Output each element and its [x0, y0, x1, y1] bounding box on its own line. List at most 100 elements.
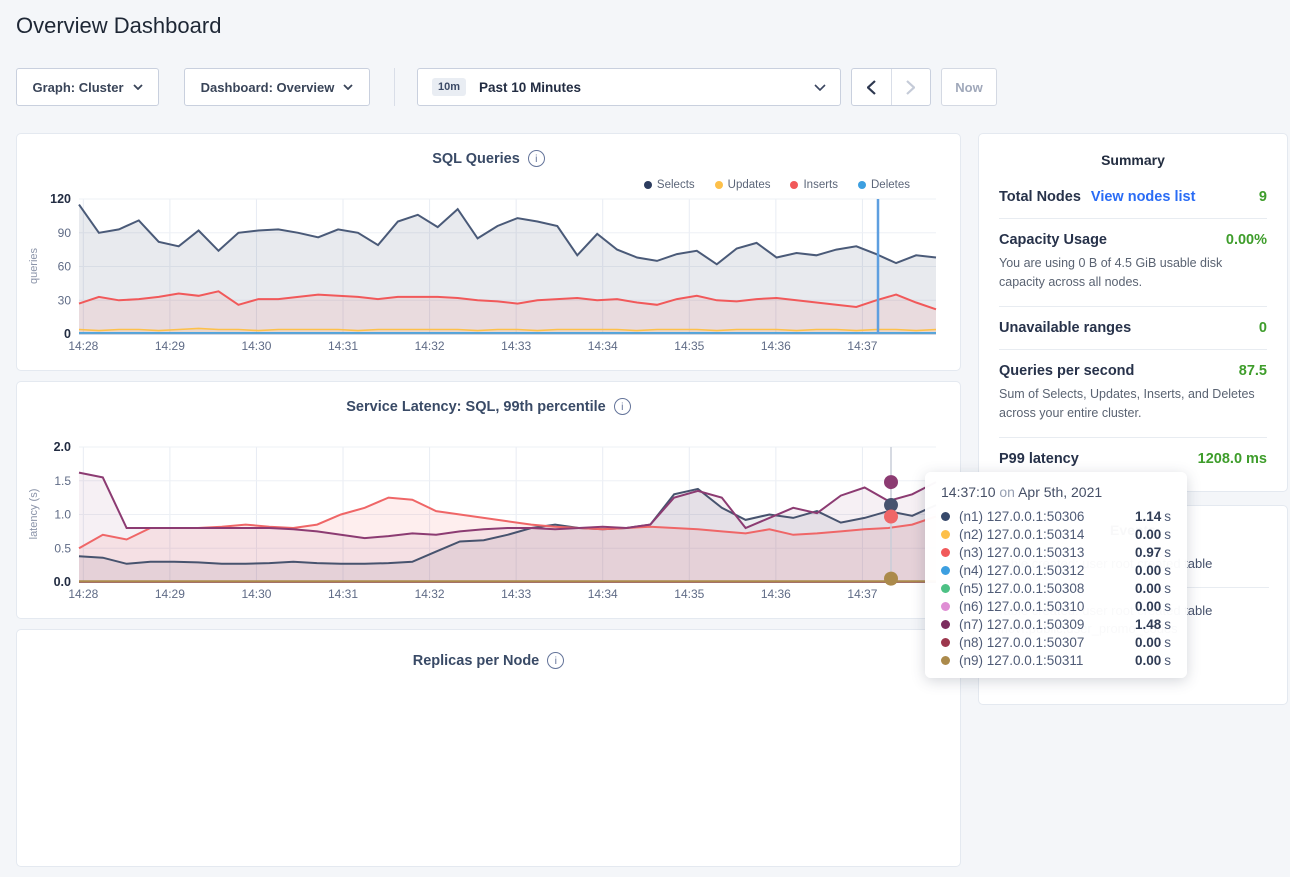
tooltip-node-row: (n5) 127.0.0.1:503080.00s — [941, 579, 1171, 597]
node-color-dot — [941, 638, 950, 647]
summary-row-value: 87.5 — [1239, 363, 1267, 379]
legend-item-inserts[interactable]: Inserts — [790, 179, 838, 191]
node-latency-unit: s — [1164, 581, 1171, 596]
legend-item-deletes[interactable]: Deletes — [858, 179, 910, 191]
x-tick-label: 14:29 — [155, 339, 185, 353]
legend-dot — [858, 181, 866, 189]
tooltip-node-row: (n1) 127.0.0.1:503061.14s — [941, 507, 1171, 525]
x-tick-label: 14:32 — [415, 587, 445, 601]
x-tick-label: 14:34 — [588, 339, 618, 353]
summary-row-label: Total Nodes — [999, 189, 1081, 205]
chevron-right-icon — [906, 80, 915, 95]
summary-panel: Summary Total NodesView nodes list9Capac… — [978, 133, 1288, 492]
chevron-left-icon — [867, 80, 876, 95]
tooltip-node-row: (n4) 127.0.0.1:50312 0.00s — [941, 561, 1171, 579]
node-latency-value: 0.00 — [1135, 527, 1161, 542]
sql-queries-chart: 14:2814:2914:3014:3114:3214:3314:3414:35… — [17, 134, 962, 372]
info-icon[interactable]: i — [547, 652, 564, 669]
summary-row: Unavailable ranges0 — [999, 307, 1267, 350]
sql-queries-card: SQL Queries i Selects Updates Inserts Delet… — [16, 133, 961, 371]
info-icon[interactable]: i — [528, 150, 545, 167]
chart-title: Service Latency: SQL, 99th percentile — [346, 399, 606, 415]
x-tick-label: 14:32 — [415, 339, 445, 353]
node-color-dot — [941, 584, 950, 593]
legend-label: Updates — [728, 179, 771, 191]
tooltip-node-row: (n2) 127.0.0.1:503140.00s — [941, 525, 1171, 543]
charts-column: SQL Queries i Selects Updates Inserts Delet… — [16, 133, 961, 877]
view-nodes-list-link[interactable]: View nodes list — [1091, 189, 1196, 205]
y-tick-label: 30 — [58, 293, 72, 307]
summary-row-value: 1208.0 ms — [1198, 451, 1267, 467]
now-button[interactable]: Now — [941, 68, 997, 106]
hover-dot — [884, 572, 898, 586]
tooltip-time: 14:37:10 — [941, 484, 996, 500]
node-latency-unit: s — [1164, 635, 1171, 650]
node-latency-value: 0.00 — [1135, 653, 1161, 668]
time-range-dropdown[interactable]: 10m Past 10 Minutes — [417, 68, 841, 106]
summary-row-label: Capacity Usage — [999, 232, 1107, 248]
node-color-dot — [941, 620, 950, 629]
y-tick-label: 1.0 — [54, 508, 71, 522]
node-latency-value: 0.00 — [1135, 599, 1161, 614]
y-tick-label: 1.5 — [54, 474, 71, 488]
node-latency-unit: s — [1164, 563, 1171, 578]
summary-row-subtext: Sum of Selects, Updates, Inserts, and De… — [999, 385, 1267, 424]
node-latency-value: 0.00 — [1135, 635, 1161, 650]
summary-row-label: P99 latency — [999, 451, 1079, 467]
x-tick-label: 14:35 — [674, 587, 704, 601]
toolbar-divider — [394, 68, 395, 106]
legend-item-selects[interactable]: Selects — [644, 179, 695, 191]
node-address: (n3) 127.0.0.1:50313 — [959, 545, 1084, 560]
time-range-label: Past 10 Minutes — [479, 80, 581, 95]
tooltip-date: Apr 5th, 2021 — [1018, 484, 1102, 500]
node-latency-value: 0.00 — [1135, 563, 1161, 578]
legend-dot — [644, 181, 652, 189]
node-address: (n7) 127.0.0.1:50309 — [959, 617, 1084, 632]
x-tick-label: 14:37 — [847, 587, 877, 601]
summary-title: Summary — [999, 152, 1267, 168]
x-tick-label: 14:31 — [328, 339, 358, 353]
legend-label: Inserts — [803, 179, 838, 191]
graph-dropdown[interactable]: Graph: Cluster — [16, 68, 159, 106]
next-range-button[interactable] — [891, 69, 931, 105]
service-latency-card: Service Latency: SQL, 99th percentile i … — [16, 381, 961, 619]
x-tick-label: 14:36 — [761, 587, 791, 601]
tooltip-node-row: (n9) 127.0.0.1:503110.00s — [941, 651, 1171, 669]
node-latency-unit: s — [1164, 617, 1171, 632]
time-range-badge: 10m — [432, 78, 466, 96]
node-latency-unit: s — [1164, 653, 1171, 668]
node-latency-unit: s — [1164, 527, 1171, 542]
node-color-dot — [941, 602, 950, 611]
dashboard-dropdown-label: Dashboard: Overview — [201, 80, 335, 95]
dashboard-dropdown[interactable]: Dashboard: Overview — [184, 68, 370, 106]
summary-row-subtext: You are using 0 B of 4.5 GiB usable disk… — [999, 254, 1267, 293]
y-axis-label: latency (s) — [28, 489, 40, 540]
prev-range-button[interactable] — [852, 69, 891, 105]
tooltip-node-row: (n8) 127.0.0.1:50307 0.00s — [941, 633, 1171, 651]
hover-dot — [884, 510, 898, 524]
x-tick-label: 14:28 — [68, 339, 98, 353]
y-tick-label: 90 — [58, 226, 72, 240]
node-color-dot — [941, 512, 950, 521]
tooltip-timestamp: 14:37:10 on Apr 5th, 2021 — [941, 484, 1171, 500]
tooltip-node-row: (n6) 127.0.0.1:503100.00s — [941, 597, 1171, 615]
graph-dropdown-label: Graph: Cluster — [32, 80, 123, 95]
node-latency-unit: s — [1164, 545, 1171, 560]
x-tick-label: 14:30 — [241, 587, 271, 601]
chart-hover-tooltip: 14:37:10 on Apr 5th, 2021 (n1) 127.0.0.1… — [925, 472, 1187, 678]
node-address: (n4) 127.0.0.1:50312 — [959, 563, 1084, 578]
x-tick-label: 14:35 — [674, 339, 704, 353]
chart-legend: Selects Updates Inserts Deletes — [644, 179, 910, 191]
legend-dot — [715, 181, 723, 189]
node-address: (n8) 127.0.0.1:50307 — [959, 635, 1084, 650]
legend-item-updates[interactable]: Updates — [715, 179, 771, 191]
chart-header: Replicas per Node i — [17, 652, 960, 669]
chart-header: SQL Queries i — [17, 150, 960, 167]
info-icon[interactable]: i — [614, 398, 631, 415]
chart-header: Service Latency: SQL, 99th percentile i — [17, 398, 960, 415]
replicas-per-node-card: Replicas per Node i — [16, 629, 961, 867]
x-tick-label: 14:30 — [241, 339, 271, 353]
node-latency-value: 1.48 — [1135, 617, 1161, 632]
y-tick-label: 60 — [58, 260, 72, 274]
chevron-down-icon — [133, 84, 143, 90]
